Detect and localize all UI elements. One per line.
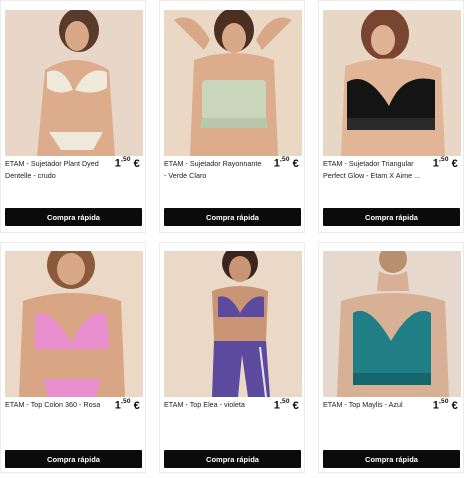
product-image[interactable] bbox=[323, 251, 461, 397]
product-price: 1,50 € bbox=[114, 156, 140, 170]
product-title[interactable]: ETAM - Sujetador Plant Dyed Dentelle - c… bbox=[5, 158, 105, 182]
quick-buy-button[interactable]: Compra rápida bbox=[164, 450, 301, 468]
quick-buy-button[interactable]: Compra rápida bbox=[5, 208, 142, 226]
product-title[interactable]: ETAM - Top Maylis - Azul bbox=[323, 399, 423, 411]
quick-buy-button[interactable]: Compra rápida bbox=[164, 208, 301, 226]
product-image[interactable] bbox=[164, 10, 302, 156]
product-image[interactable] bbox=[323, 10, 461, 156]
product-image[interactable] bbox=[164, 251, 302, 397]
quick-buy-button[interactable]: Compra rápida bbox=[323, 450, 460, 468]
product-grid: ETAM - Sujetador Plant Dyed Dentelle - c… bbox=[0, 0, 475, 478]
product-image[interactable] bbox=[5, 251, 143, 397]
product-card[interactable]: ETAM - Sujetador Triangular Perfect Glow… bbox=[318, 0, 464, 233]
product-photo bbox=[323, 251, 461, 397]
product-photo bbox=[5, 251, 143, 397]
product-title[interactable]: ETAM - Top Colon 360 - Rosa bbox=[5, 399, 105, 411]
product-price: 1,50 € bbox=[432, 398, 458, 412]
product-title[interactable]: ETAM - Sujetador Triangular Perfect Glow… bbox=[323, 158, 423, 182]
product-title[interactable]: ETAM - Top Elea - violeta bbox=[164, 399, 264, 411]
product-price: 1,50 € bbox=[114, 398, 140, 412]
product-price: 1,50 € bbox=[432, 156, 458, 170]
quick-buy-button[interactable]: Compra rápida bbox=[323, 208, 460, 226]
quick-buy-button[interactable]: Compra rápida bbox=[5, 450, 142, 468]
product-card[interactable]: ETAM - Sujetador Rayonnante - Verde Clar… bbox=[159, 0, 305, 233]
product-photo bbox=[164, 10, 302, 156]
product-image[interactable] bbox=[5, 10, 143, 156]
product-card[interactable]: ETAM - Top Colon 360 - Rosa 1,50 € Compra… bbox=[0, 242, 146, 473]
product-card[interactable]: ETAM - Top Maylis - Azul 1,50 € Compra rá… bbox=[318, 242, 464, 473]
product-photo bbox=[5, 10, 143, 156]
product-price: 1,50 € bbox=[273, 398, 299, 412]
product-photo bbox=[323, 10, 461, 156]
product-price: 1,50 € bbox=[273, 156, 299, 170]
product-card[interactable]: ETAM - Sujetador Plant Dyed Dentelle - c… bbox=[0, 0, 146, 233]
product-card[interactable]: ETAM - Top Elea - violeta 1,50 € Compra r… bbox=[159, 242, 305, 473]
product-photo bbox=[164, 251, 302, 397]
product-title[interactable]: ETAM - Sujetador Rayonnante - Verde Clar… bbox=[164, 158, 264, 182]
